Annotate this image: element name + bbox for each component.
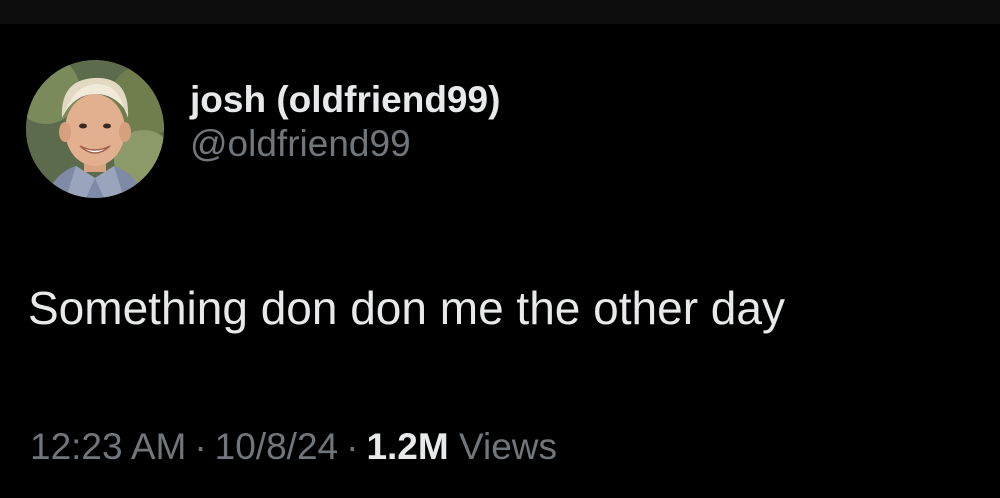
meta-separator: ·	[346, 426, 359, 467]
tweet-meta: 12:23 AM · 10/8/24 · 1.2M Views	[30, 424, 557, 470]
tweet-author: josh (oldfriend99) @oldfriend99	[190, 78, 500, 166]
tweet-card: josh (oldfriend99) @oldfriend99 Somethin…	[0, 0, 1000, 498]
views-count[interactable]: 1.2M	[366, 426, 448, 467]
views-label[interactable]: Views	[459, 426, 557, 467]
tweet-date[interactable]: 10/8/24	[215, 426, 338, 467]
tweet-text: Something don don me the other day	[28, 282, 785, 334]
tweet-time[interactable]: 12:23 AM	[30, 426, 186, 467]
avatar[interactable]	[26, 60, 164, 198]
avatar-image	[26, 60, 164, 198]
display-name[interactable]: josh (oldfriend99)	[190, 78, 500, 122]
meta-separator: ·	[194, 426, 207, 467]
user-handle[interactable]: @oldfriend99	[190, 122, 500, 166]
